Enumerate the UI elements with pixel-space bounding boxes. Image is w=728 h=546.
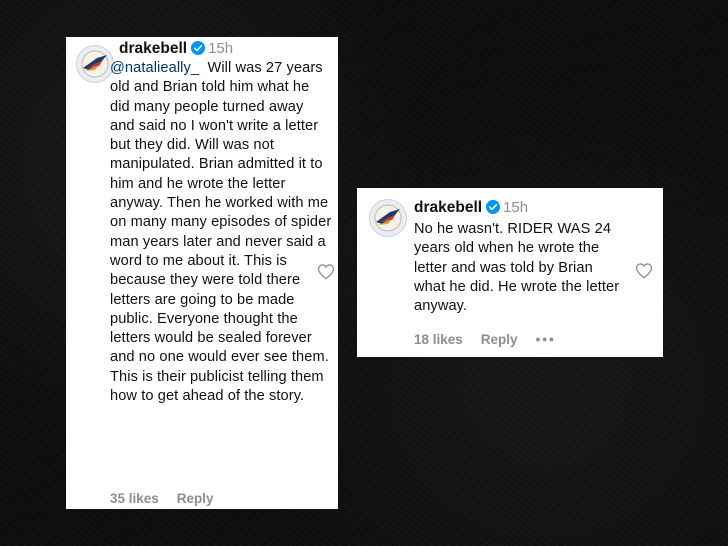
verified-badge-icon: [486, 200, 501, 214]
username[interactable]: drakebell: [414, 199, 482, 216]
comment-text: @natalieally_ Will was 27 years old and …: [110, 59, 332, 406]
comment-card: drakebell 15h @natalieally_ Will was 27 y…: [66, 37, 338, 509]
avatar[interactable]: [369, 199, 407, 237]
timestamp: 15h: [503, 199, 529, 216]
likes-count[interactable]: 35 likes: [110, 491, 159, 506]
comment-header: drakebell 15h: [119, 40, 233, 58]
comment-footer: 35 likes Reply: [110, 491, 232, 506]
verified-badge-icon: [191, 41, 206, 55]
comment-footer: 18 likes Reply •••: [414, 332, 574, 347]
reply-button[interactable]: Reply: [481, 332, 518, 347]
comment-text: No he wasn't. RIDER WAS 24 years old whe…: [414, 220, 626, 316]
username[interactable]: drakebell: [119, 40, 187, 57]
heart-icon[interactable]: [317, 263, 335, 280]
likes-count[interactable]: 18 likes: [414, 332, 463, 347]
more-options-icon[interactable]: •••: [536, 332, 556, 347]
avatar[interactable]: [76, 45, 114, 83]
mention-link[interactable]: @natalieally_: [110, 60, 199, 76]
comment-body: Will was 27 years old and Brian told him…: [110, 60, 332, 405]
reply-button[interactable]: Reply: [177, 491, 214, 506]
timestamp: 15h: [208, 40, 234, 57]
heart-icon[interactable]: [635, 262, 653, 279]
comment-header: drakebell 15h: [414, 199, 528, 217]
comment-card: drakebell 15h No he wasn't. RIDER WAS 24 …: [357, 188, 663, 357]
comment-body: No he wasn't. RIDER WAS 24 years old whe…: [414, 221, 620, 315]
